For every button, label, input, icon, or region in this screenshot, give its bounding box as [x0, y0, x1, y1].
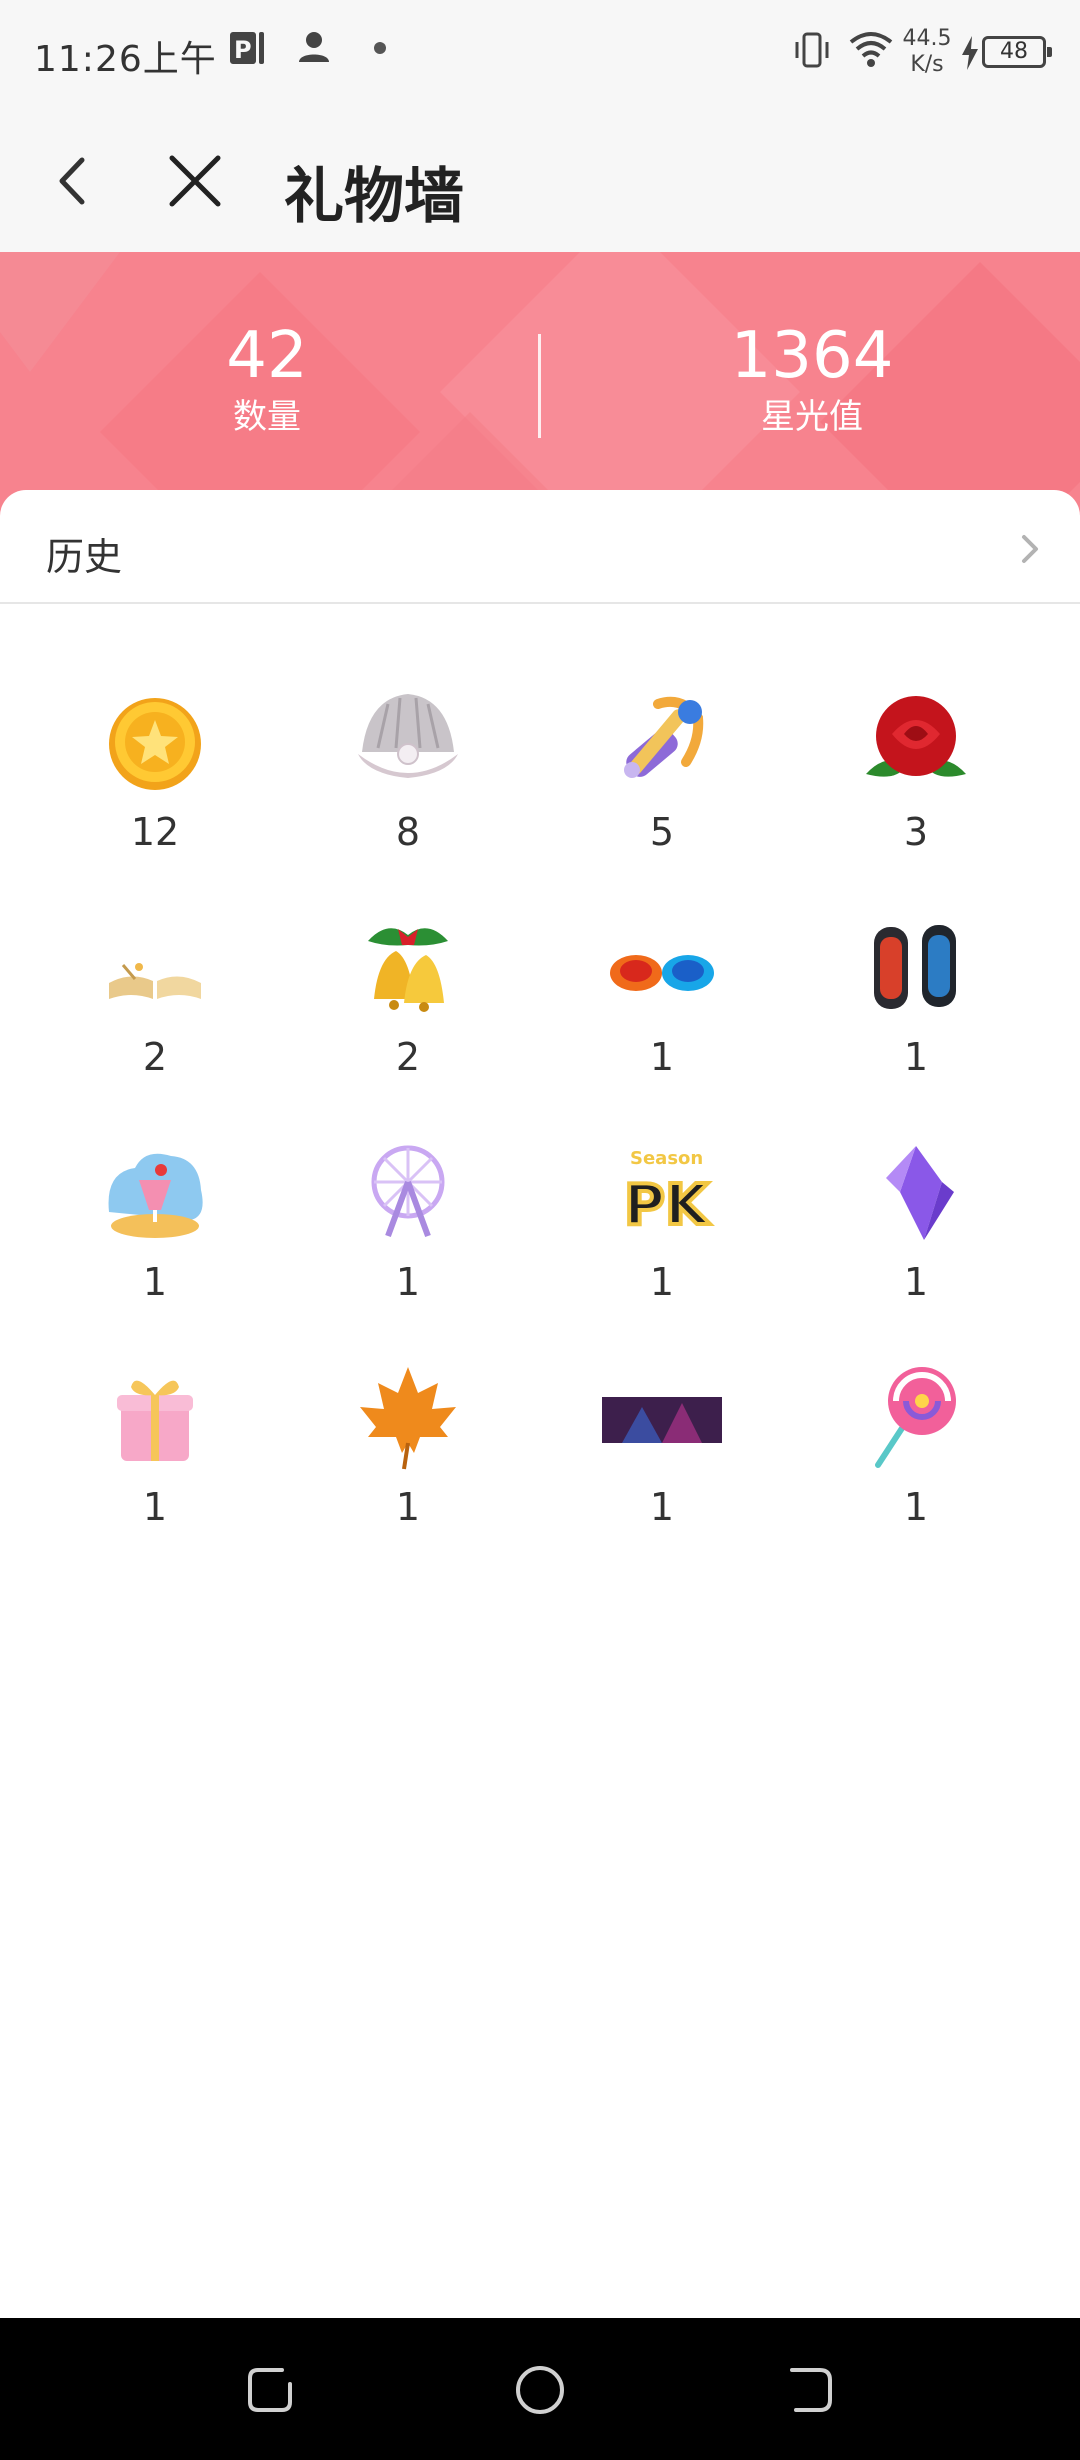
network-speed-value: 44.5: [902, 26, 952, 51]
season-pk-icon: Season PK: [622, 1148, 713, 1240]
lollipop-icon: [875, 1367, 956, 1468]
gift-item[interactable]: 2: [20, 907, 290, 1132]
gift-item[interactable]: 3: [781, 682, 1051, 907]
stats-banner: 42 数量 1364 星光值: [0, 252, 1080, 522]
gift-count: 1: [395, 1260, 421, 1304]
fire-ice-fists-icon: [610, 955, 714, 991]
page-title: 礼物墙: [284, 162, 464, 232]
gift-count-stat: 42 数量: [0, 320, 534, 440]
status-time: 11:26上午: [34, 39, 217, 80]
gift-count: 1: [649, 1260, 675, 1304]
gift-item[interactable]: 2: [273, 907, 543, 1132]
person-icon: [299, 32, 329, 62]
gift-item[interactable]: 5: [527, 682, 797, 907]
starlight-stat: 1364 星光值: [544, 320, 1080, 440]
gift-count: 8: [395, 810, 421, 854]
gift-count-label: 数量: [233, 397, 301, 437]
wifi-icon: [849, 32, 893, 67]
red-rose-icon: [866, 696, 966, 777]
charging-icon: [962, 36, 978, 70]
gift-item[interactable]: Season PK 1: [527, 1132, 797, 1357]
back-icon[interactable]: [782, 2362, 838, 2418]
gift-count: 2: [395, 1035, 421, 1079]
status-bar: 11:26上午 P 44.5 K/s 48: [0, 0, 1080, 110]
dot-icon: [374, 42, 386, 54]
history-label: 历史: [46, 535, 123, 579]
race-cars-icon: [874, 925, 956, 1009]
pink-gift-box-icon: [117, 1380, 193, 1461]
back-arrow-icon[interactable]: [40, 146, 110, 216]
gift-item[interactable]: 1: [20, 1357, 290, 1582]
recent-apps-icon[interactable]: [242, 2362, 298, 2418]
close-icon[interactable]: [160, 146, 230, 216]
gift-count: 1: [395, 1485, 421, 1529]
pearl-shell-icon: [358, 694, 458, 778]
gift-item[interactable]: 1: [527, 1357, 797, 1582]
gift-item[interactable]: 1: [273, 1357, 543, 1582]
home-icon[interactable]: [512, 2362, 568, 2418]
svg-text:P: P: [234, 36, 252, 64]
svg-text:Season: Season: [630, 1148, 703, 1169]
parking-app-icon: P: [230, 32, 264, 64]
starlight-label: 星光值: [761, 397, 863, 437]
gift-count: 1: [903, 1035, 929, 1079]
history-row[interactable]: 历史: [0, 490, 1080, 604]
gift-count: 1: [903, 1260, 929, 1304]
gift-count-value: 42: [226, 319, 308, 393]
maple-leaf-icon: [360, 1367, 456, 1470]
gift-item[interactable]: 1: [273, 1132, 543, 1357]
ferris-wheel-icon: [371, 1145, 445, 1238]
gift-count: 3: [903, 810, 929, 854]
gold-star-coin-icon: [109, 698, 201, 790]
gift-count: 12: [130, 810, 180, 854]
starlight-value: 1364: [730, 319, 894, 393]
stats-divider: [538, 334, 541, 438]
network-speed: 44.5 K/s: [900, 26, 954, 78]
gift-item[interactable]: 12: [20, 682, 290, 907]
gift-count: 1: [649, 1485, 675, 1529]
gift-item[interactable]: 1: [781, 907, 1051, 1132]
concert-stage-icon: [602, 1397, 722, 1443]
chevron-right-icon: [1022, 535, 1038, 563]
open-book-icon: [109, 963, 201, 999]
gift-count: 2: [142, 1035, 168, 1079]
gift-count: 1: [142, 1260, 168, 1304]
gift-item[interactable]: 1: [20, 1132, 290, 1357]
gift-item[interactable]: 1: [527, 907, 797, 1132]
app-bar: 礼物墙: [0, 110, 1080, 252]
network-speed-unit: K/s: [910, 52, 944, 77]
gift-item[interactable]: 8: [273, 682, 543, 907]
christmas-bells-icon: [368, 928, 448, 1012]
vibrate-icon: [795, 32, 829, 68]
battery-indicator: 48: [982, 36, 1052, 68]
svg-text:PK: PK: [624, 1173, 711, 1238]
purple-crystal-icon: [886, 1146, 954, 1240]
magic-hammer-icon: [624, 696, 704, 778]
gift-item[interactable]: 1: [781, 1357, 1051, 1582]
beach-drink-icon: [108, 1153, 203, 1238]
gift-count: 5: [649, 810, 675, 854]
gift-count: 1: [142, 1485, 168, 1529]
gift-count: 1: [903, 1485, 929, 1529]
gift-count: 1: [649, 1035, 675, 1079]
gift-panel: 历史 12 8 5 3 2 2 1 1 1 1 Season PK 1 1 1 …: [0, 490, 1080, 2318]
gift-item[interactable]: 1: [781, 1132, 1051, 1357]
system-nav-bar: [0, 2318, 1080, 2460]
